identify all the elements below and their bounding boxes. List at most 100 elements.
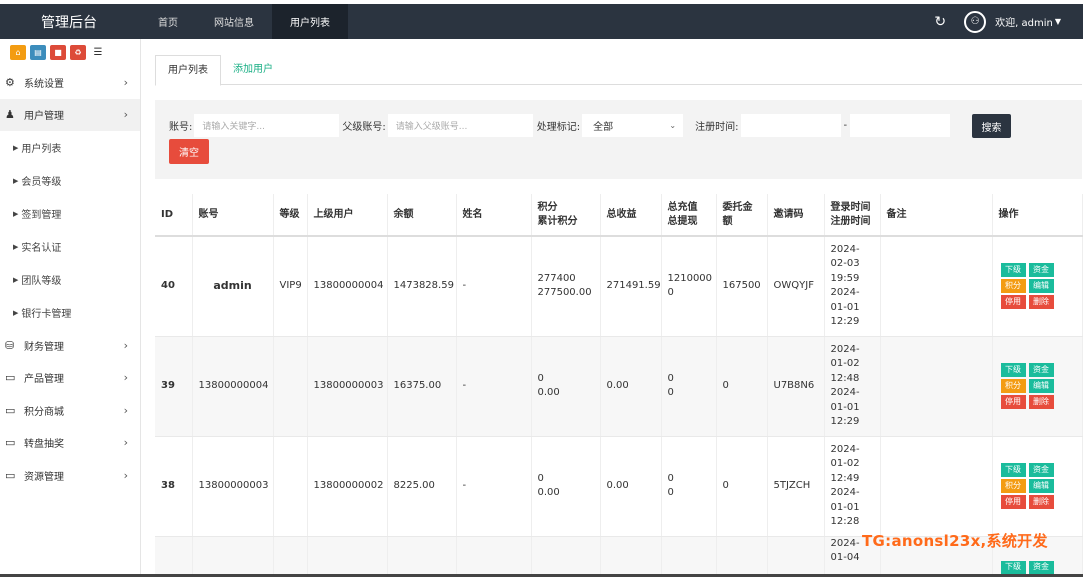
user-greeting[interactable]: 欢迎, admin (995, 14, 1053, 29)
cell-name: - (456, 236, 532, 337)
col-entrust-line1: 委托金 (722, 201, 753, 213)
level-text: VIP9 (279, 280, 302, 291)
cell-time: 2024- 02-03 19:59 2024- 01-01 12:29 (824, 236, 881, 337)
edit-button[interactable]: 编辑 (1028, 479, 1054, 493)
time-line: 2024- (830, 487, 860, 498)
top-right-area: ↻ ⚇ 欢迎, admin ▼ (934, 10, 1083, 33)
total-points-text: 0.00 (537, 387, 560, 398)
file-icon[interactable]: ▤ (30, 45, 46, 60)
sidebar-item-system[interactable]: ⚙ 系统设置 › (0, 66, 140, 99)
income-text: 271491.59 (606, 280, 661, 291)
funds-button[interactable]: 资金 (1028, 263, 1054, 278)
monitor-icon: ▭ (5, 468, 16, 482)
recycle-icon[interactable]: ♻ (70, 45, 86, 60)
sidebar-item-label: 积分商城 (24, 406, 64, 418)
delete-button[interactable]: 删除 (1028, 295, 1054, 310)
sidebar-sub-label: 银行卡管理 (21, 309, 72, 320)
caret-right-icon: ▶ (13, 275, 19, 284)
sidebar-sub-realname[interactable]: ▶ 实名认证 (0, 230, 140, 263)
points-button[interactable]: 积分 (1000, 479, 1026, 493)
cell-account: admin (192, 236, 274, 337)
edit-button[interactable]: 编辑 (1028, 279, 1054, 294)
subordinate-button[interactable]: 下级 (1000, 263, 1026, 278)
avatar[interactable]: ⚇ (964, 10, 987, 33)
funds-button[interactable]: 资金 (1028, 463, 1054, 477)
nav-home[interactable]: 首页 (140, 4, 196, 39)
recharge-text: 0 (667, 472, 674, 484)
user-icon: ♟ (5, 108, 15, 122)
disable-button[interactable]: 停用 (1000, 395, 1026, 409)
mark-select[interactable]: 全部 ⌄ (582, 114, 684, 137)
points-text: 0 (537, 372, 544, 384)
account-text: 13800000003 (198, 479, 269, 491)
subordinate-button[interactable]: 下级 (1000, 463, 1026, 477)
disable-button[interactable]: 停用 (1000, 295, 1026, 310)
search-button[interactable]: 搜索 (972, 114, 1011, 138)
sidebar-sub-user-list[interactable]: ▶ 用户列表 (0, 131, 140, 164)
time-line: 12:29 (830, 416, 860, 427)
chevron-right-icon: › (123, 75, 128, 89)
chevron-right-icon: › (123, 371, 128, 385)
sidebar-item-products[interactable]: ▭ 产品管理 › (0, 362, 140, 395)
nav-user-list[interactable]: 用户列表 (272, 4, 348, 39)
total-points-text: 277500.00 (537, 287, 592, 299)
time-line: 12:29 (830, 316, 860, 328)
cell-invite: OWQYJF (767, 236, 825, 337)
sidebar-sub-member-level[interactable]: ▶ 会员等级 (0, 164, 140, 197)
brand-title[interactable]: 管理后台 (0, 12, 138, 32)
sidebar-sub-signin[interactable]: ▶ 签到管理 (0, 197, 140, 230)
chevron-down-icon: ⌄ (669, 121, 677, 130)
trash-icon[interactable]: ■ (50, 45, 66, 60)
sidebar-item-resources[interactable]: ▭ 资源管理 › (0, 459, 140, 492)
cell-invite: 5TJZCH (767, 436, 825, 537)
time-line: 2024- (830, 243, 860, 255)
home-icon[interactable]: ⌂ (10, 45, 26, 60)
col-points-line1: 积分 (537, 201, 558, 213)
user-table: ID 账号 等级 上级用户 余额 姓名 积分 累计积分 总收益 总充值 总提现 委托… (155, 194, 1083, 577)
reg-time-end-input[interactable] (850, 114, 951, 137)
sidebar-item-users[interactable]: ♟ 用户管理 › (0, 98, 140, 131)
tab-user-list[interactable]: 用户列表 (155, 55, 221, 86)
disable-button[interactable]: 停用 (1000, 495, 1026, 509)
cell-parent: 13800000002 (307, 436, 388, 537)
clear-button[interactable]: 清空 (169, 139, 209, 164)
cell-entrust (716, 536, 768, 577)
funds-button[interactable]: 资金 (1028, 560, 1054, 575)
recharge-text: 1210000 (667, 272, 713, 284)
points-button[interactable]: 积分 (1000, 279, 1026, 294)
caret-right-icon: ▶ (13, 209, 19, 218)
reg-time-start-input[interactable] (740, 114, 841, 137)
col-income: 总收益 (600, 194, 662, 237)
points-text: 277400 (537, 272, 576, 284)
sidebar-item-lottery[interactable]: ▭ 转盘抽奖 › (0, 427, 140, 460)
edit-button[interactable]: 编辑 (1028, 379, 1054, 393)
sidebar-sub-bankcard[interactable]: ▶ 银行卡管理 (0, 296, 140, 329)
account-input[interactable]: 请输入关键字... (194, 114, 340, 137)
tab-add-user[interactable]: 添加用户 (221, 55, 285, 85)
subordinate-button[interactable]: 下级 (1000, 363, 1026, 377)
sidebar-sub-team-level[interactable]: ▶ 团队等级 (0, 263, 140, 296)
delete-button[interactable]: 删除 (1028, 495, 1054, 509)
list-icon[interactable]: ☰ (90, 45, 106, 60)
table-row: 39 13800000004 13800000003 16375.00-0 0.00 0.… (155, 336, 1083, 437)
monitor-icon: ▭ (5, 403, 16, 417)
entrust-text: 0 (722, 479, 729, 491)
sidebar-item-label: 用户管理 (24, 111, 64, 123)
cell-points: 0 0.00 (531, 436, 601, 537)
points-button[interactable]: 积分 (1000, 379, 1026, 393)
funds-button[interactable]: 资金 (1028, 363, 1054, 377)
refresh-icon[interactable]: ↻ (934, 14, 946, 30)
subordinate-button[interactable]: 下级 (1000, 560, 1026, 575)
caret-down-icon[interactable]: ▼ (1055, 17, 1061, 26)
sidebar-item-points-mall[interactable]: ▭ 积分商城 › (0, 394, 140, 427)
sidebar-item-finance[interactable]: ⛁ 财务管理 › (0, 329, 140, 362)
cell-income (600, 536, 662, 577)
time-line: 2024- (830, 443, 860, 455)
delete-button[interactable]: 删除 (1028, 395, 1054, 409)
col-entrust-line2: 额 (722, 215, 733, 227)
nav-site-info[interactable]: 网站信息 (196, 4, 272, 39)
row-actions: 下级 资金 积分 编辑 停用 删除 (1000, 363, 1082, 409)
database-icon: ⛁ (5, 338, 15, 352)
parent-account-input[interactable]: 请输入父级账号... (387, 114, 533, 137)
monitor-icon: ▭ (5, 371, 16, 385)
